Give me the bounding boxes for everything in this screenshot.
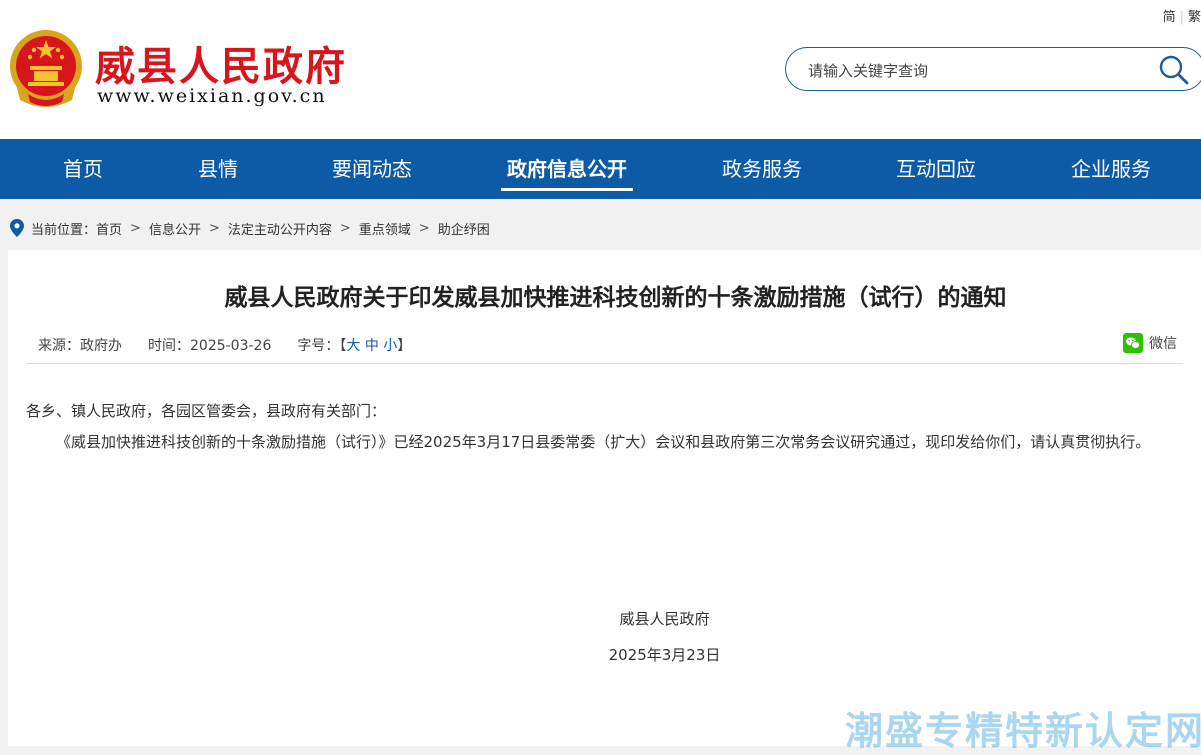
breadcrumb-item-key-areas[interactable]: 重点领域: [359, 219, 411, 238]
wechat-label: 微信: [1149, 336, 1177, 352]
wechat-icon: [1123, 333, 1143, 353]
article-source: 来源：政府办: [38, 338, 122, 354]
search-icon[interactable]: [1158, 54, 1190, 86]
lang-divider: |: [1179, 10, 1184, 25]
watermark: 潮盛专精特新认定网: [845, 709, 1201, 753]
article-meta: 来源：政府办 时间：2025-03-26 字号：【大 中 小】: [38, 335, 411, 355]
breadcrumb-item-enterprise-relief[interactable]: 助企纾困: [438, 219, 490, 238]
breadcrumb-item-statutory-content[interactable]: 法定主动公开内容: [228, 219, 332, 238]
article-time: 时间：2025-03-26: [148, 338, 272, 354]
nav-news[interactable]: 要闻动态: [302, 139, 442, 199]
breadcrumb-item-info-disclosure[interactable]: 信息公开: [149, 219, 201, 238]
font-size-medium-button[interactable]: 中: [365, 338, 379, 354]
nav-gov-services[interactable]: 政务服务: [692, 139, 832, 199]
breadcrumb-separator: >: [418, 220, 430, 236]
font-size-large-button[interactable]: 大: [346, 338, 360, 354]
nav-enterprise-services[interactable]: 企业服务: [1041, 139, 1181, 199]
breadcrumb: 当前位置： 首页 > 信息公开 > 法定主动公开内容 > 重点领域 > 助企纾困: [10, 218, 490, 238]
font-size-bracket-close: 】: [397, 338, 412, 354]
lang-traditional-link[interactable]: 繁: [1188, 6, 1201, 25]
site-domain: www.weixian.gov.cn: [97, 85, 327, 107]
article-paragraph: 《威县加快推进科技创新的十条激励措施（试行）》已经2025年3月17日县委常委（…: [56, 433, 1151, 451]
article-salutation: 各乡、镇人民政府，各园区管委会，县政府有关部门：: [26, 402, 387, 420]
article-signature: 威县人民政府: [619, 610, 710, 628]
nav-interaction[interactable]: 互动回应: [866, 139, 1006, 199]
nav-gov-info-disclosure[interactable]: 政府信息公开: [497, 139, 637, 199]
search-input[interactable]: [806, 58, 1130, 84]
breadcrumb-prefix: 当前位置：: [31, 222, 97, 238]
breadcrumb-separator: >: [339, 220, 351, 236]
search-box: [785, 47, 1201, 91]
font-size-control: 字号：【大 中 小】: [297, 335, 411, 355]
meta-divider: [26, 363, 1183, 364]
language-switch: 简 | 繁: [1163, 6, 1201, 25]
breadcrumb-separator: >: [208, 220, 220, 236]
nav-home[interactable]: 首页: [13, 139, 153, 199]
nav-county-info[interactable]: 县情: [148, 139, 288, 199]
wechat-share-button[interactable]: 微信: [1123, 333, 1177, 353]
location-pin-icon: [10, 219, 24, 237]
article-body: 各乡、镇人民政府，各园区管委会，县政府有关部门： 《威县加快推进科技创新的十条激…: [26, 396, 1196, 458]
national-emblem-icon: [10, 30, 82, 107]
article-panel: 威县人民政府关于印发威县加快推进科技创新的十条激励措施（试行）的通知 来源：政府…: [8, 250, 1201, 746]
site-title[interactable]: 威县人民政府: [95, 34, 347, 92]
breadcrumb-separator: >: [130, 220, 141, 236]
site-header: 简 | 繁 威县人民政府 www.weixian.gov.cn: [0, 0, 1201, 139]
breadcrumb-item-home[interactable]: 首页: [96, 219, 122, 238]
font-size-label: 字号：: [297, 338, 340, 354]
main-nav: 首页 县情 要闻动态 政府信息公开 政务服务 互动回应 企业服务: [0, 139, 1201, 199]
lang-simplified-link[interactable]: 简: [1163, 6, 1176, 25]
article-title: 威县人民政府关于印发威县加快推进科技创新的十条激励措施（试行）的通知: [224, 285, 1007, 311]
font-size-small-button[interactable]: 小: [383, 338, 397, 354]
article-date: 2025年3月23日: [608, 646, 721, 664]
